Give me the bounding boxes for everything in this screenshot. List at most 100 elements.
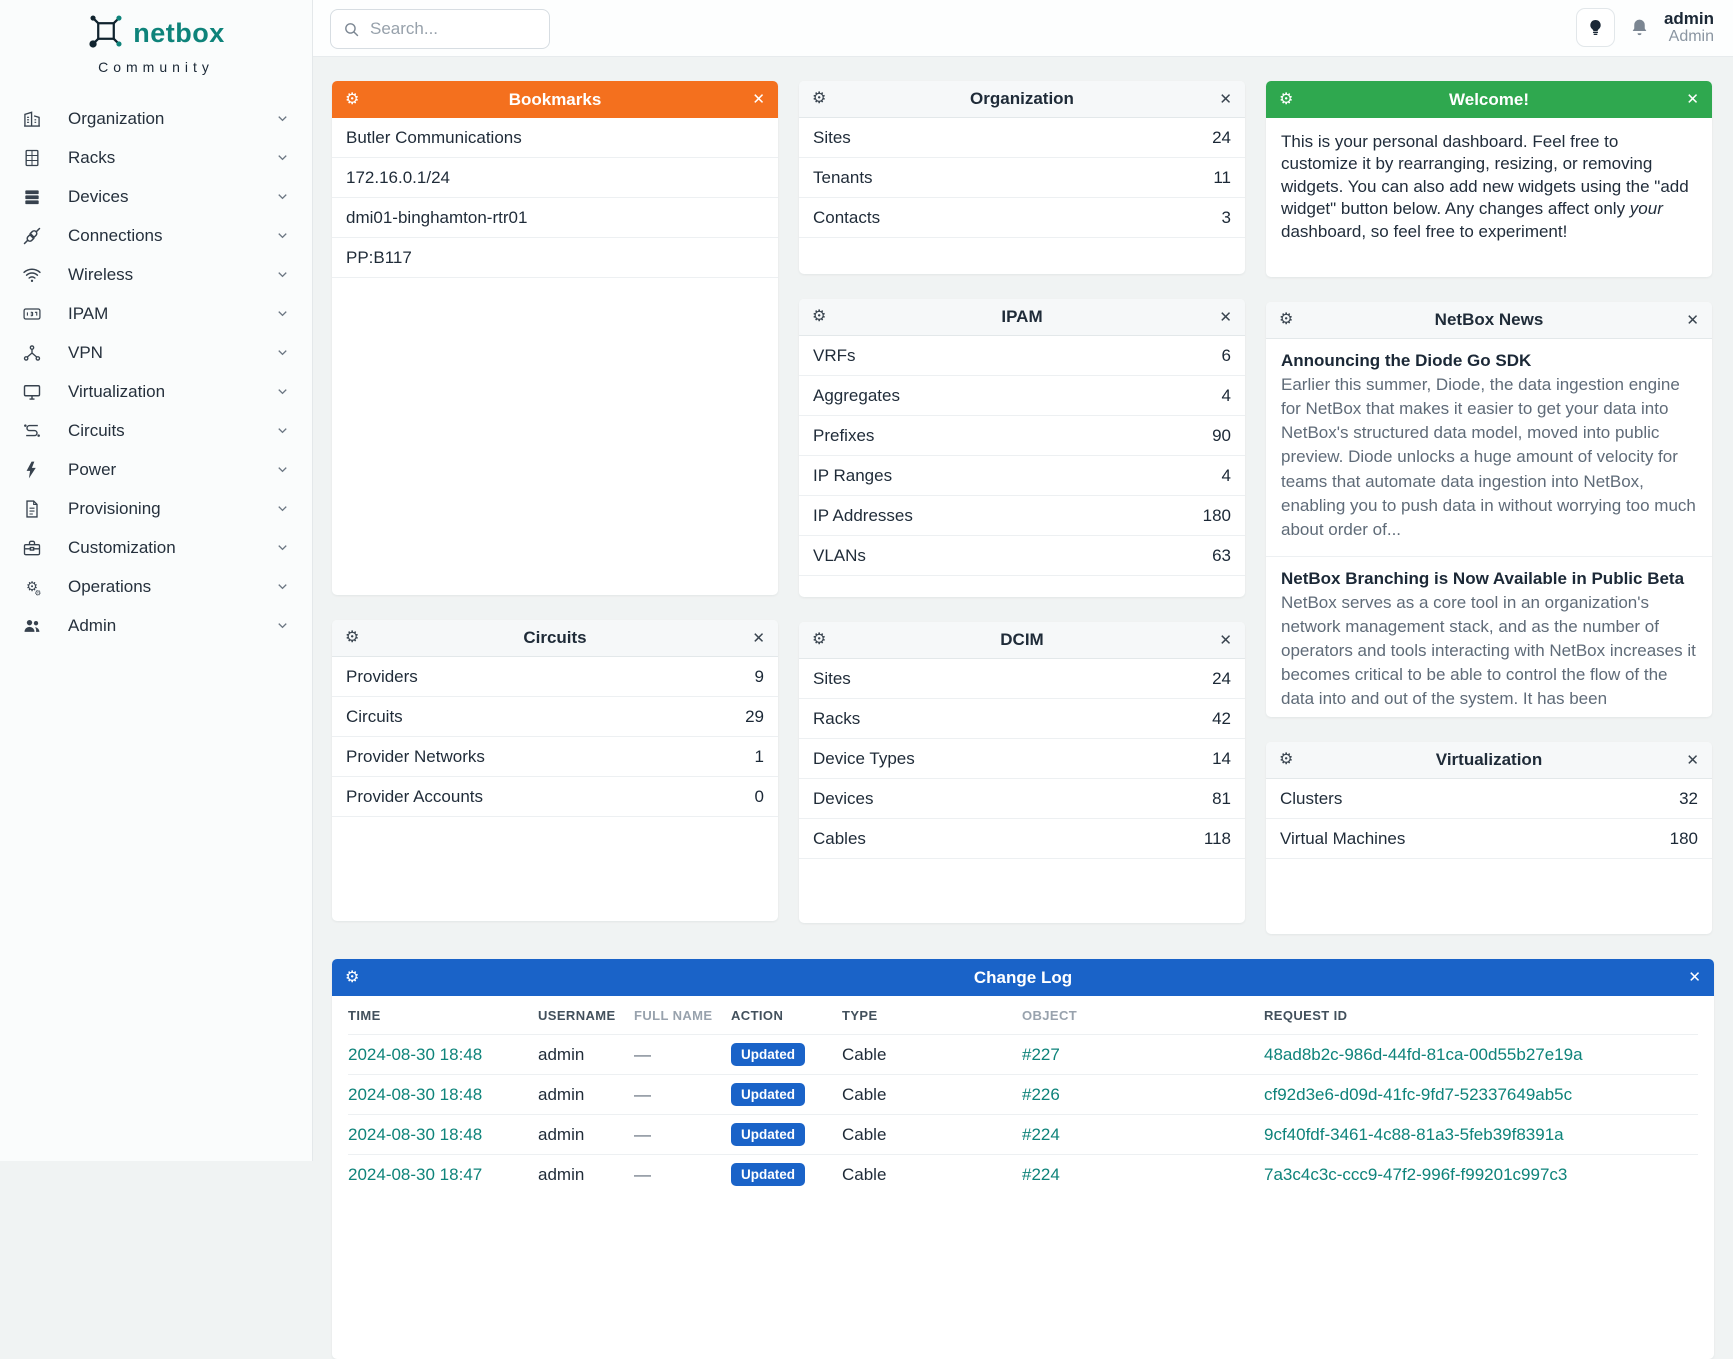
stat-row: VRFs 6 [799, 336, 1245, 376]
stat-label-link[interactable]: Circuits [346, 707, 745, 727]
sidebar-item[interactable]: IPAM [0, 294, 312, 333]
bookmark-link[interactable]: 172.16.0.1/24 [346, 168, 764, 188]
stat-label-link[interactable]: Racks [813, 709, 1212, 729]
column-header: TIME [348, 1008, 538, 1023]
theme-toggle-button[interactable] [1576, 8, 1615, 47]
stat-label-link[interactable]: Virtual Machines [1280, 829, 1670, 849]
changelog-fullname: — [634, 1165, 731, 1185]
stat-label-link[interactable]: VLANs [813, 546, 1212, 566]
sidebar-item[interactable]: Organization [0, 99, 312, 138]
changelog-request-id-link[interactable]: 7a3c4c3c-ccc9-47f2-996f-f99201c997c3 [1264, 1165, 1698, 1185]
stat-label-link[interactable]: Contacts [813, 208, 1222, 228]
user-role: Admin [1664, 28, 1714, 46]
close-icon[interactable]: ✕ [752, 631, 765, 646]
action-badge: Updated [731, 1083, 805, 1106]
sidebar-item[interactable]: Wireless [0, 255, 312, 294]
stat-label-link[interactable]: Sites [813, 128, 1212, 148]
changelog-time-link[interactable]: 2024-08-30 18:48 [348, 1045, 538, 1065]
stat-label-link[interactable]: Devices [813, 789, 1212, 809]
stat-label-link[interactable]: Aggregates [813, 386, 1222, 406]
file-icon [22, 499, 42, 519]
stat-label-link[interactable]: Clusters [1280, 789, 1679, 809]
gear-icon[interactable]: ⚙ [1279, 92, 1293, 108]
changelog-request-id-link[interactable]: 48ad8b2c-986d-44fd-81ca-00d55b27e19a [1264, 1045, 1698, 1065]
sidebar-item[interactable]: Devices [0, 177, 312, 216]
news-title-link[interactable]: NetBox Branching is Now Available in Pub… [1281, 569, 1697, 589]
table-row: 2024-08-30 18:48 admin — Updated Cable #… [348, 1114, 1698, 1154]
widget-title: Welcome! [1266, 90, 1712, 110]
changelog-type: Cable [842, 1045, 1022, 1065]
gear-icon[interactable]: ⚙ [1279, 752, 1293, 768]
gear-icon[interactable]: ⚙ [812, 632, 826, 648]
stat-label-link[interactable]: Tenants [813, 168, 1213, 188]
sidebar: netbox Community Organization Racks [0, 0, 313, 1161]
sidebar-item[interactable]: Racks [0, 138, 312, 177]
brand-name: netbox [133, 18, 225, 49]
search-box[interactable] [330, 9, 550, 49]
sidebar-item[interactable]: Admin [0, 606, 312, 645]
search-input[interactable] [370, 19, 530, 39]
bookmark-link[interactable]: PP:B117 [346, 248, 764, 268]
sidebar-item[interactable]: Virtualization [0, 372, 312, 411]
chevron-down-icon [275, 384, 290, 399]
stat-row: VLANs 63 [799, 536, 1245, 576]
stat-label-link[interactable]: VRFs [813, 346, 1222, 366]
gear-icon[interactable]: ⚙ [345, 970, 359, 986]
stat-value: 6 [1222, 346, 1231, 366]
sidebar-item[interactable]: Power [0, 450, 312, 489]
stat-row: Aggregates 4 [799, 376, 1245, 416]
stat-label-link[interactable]: Sites [813, 669, 1212, 689]
sidebar-item[interactable]: Circuits [0, 411, 312, 450]
gear-icon[interactable]: ⚙ [345, 92, 359, 108]
close-icon[interactable]: ✕ [1688, 970, 1701, 985]
changelog-username: admin [538, 1125, 634, 1145]
close-icon[interactable]: ✕ [1219, 92, 1232, 107]
stat-label-link[interactable]: Device Types [813, 749, 1212, 769]
close-icon[interactable]: ✕ [1219, 633, 1232, 648]
gear-icon[interactable]: ⚙ [1279, 312, 1293, 328]
gear-icon[interactable]: ⚙ [812, 91, 826, 107]
changelog-object-link[interactable]: #224 [1022, 1165, 1264, 1185]
brand[interactable]: netbox Community [0, 0, 312, 75]
stat-row: Sites 24 [799, 659, 1245, 699]
stat-label-link[interactable]: Provider Accounts [346, 787, 755, 807]
stat-value: 63 [1212, 546, 1231, 566]
gear-icon[interactable]: ⚙ [812, 309, 826, 325]
circuits-widget: ⚙ Circuits ✕ Providers 9 Circuits 29 [332, 620, 778, 921]
sidebar-item[interactable]: Provisioning [0, 489, 312, 528]
bookmark-link[interactable]: dmi01-binghamton-rtr01 [346, 208, 764, 228]
changelog-request-id-link[interactable]: cf92d3e6-d09d-41fc-9fd7-52337649ab5c [1264, 1085, 1698, 1105]
sidebar-item[interactable]: ⚙⚙ Operations [0, 567, 312, 606]
changelog-object-link[interactable]: #226 [1022, 1085, 1264, 1105]
changelog-object-link[interactable]: #224 [1022, 1125, 1264, 1145]
brand-subtitle: Community [0, 59, 312, 75]
user-menu[interactable]: admin Admin [1664, 9, 1714, 47]
changelog-time-link[interactable]: 2024-08-30 18:47 [348, 1165, 538, 1185]
news-title-link[interactable]: Announcing the Diode Go SDK [1281, 351, 1697, 371]
chevron-down-icon [275, 111, 290, 126]
stat-label-link[interactable]: Cables [813, 829, 1204, 849]
close-icon[interactable]: ✕ [1686, 313, 1699, 328]
stat-row: Contacts 3 [799, 198, 1245, 238]
stat-label-link[interactable]: Providers [346, 667, 755, 687]
stat-row: Cables 118 [799, 819, 1245, 859]
sidebar-item[interactable]: Connections [0, 216, 312, 255]
gear-icon[interactable]: ⚙ [345, 630, 359, 646]
changelog-request-id-link[interactable]: 9cf40fdf-3461-4c88-81a3-5feb39f8391a [1264, 1125, 1698, 1145]
changelog-time-link[interactable]: 2024-08-30 18:48 [348, 1085, 538, 1105]
changelog-object-link[interactable]: #227 [1022, 1045, 1264, 1065]
close-icon[interactable]: ✕ [752, 92, 765, 107]
stat-label-link[interactable]: IP Addresses [813, 506, 1203, 526]
bookmark-link[interactable]: Butler Communications [346, 128, 764, 148]
changelog-time-link[interactable]: 2024-08-30 18:48 [348, 1125, 538, 1145]
close-icon[interactable]: ✕ [1219, 310, 1232, 325]
close-icon[interactable]: ✕ [1686, 753, 1699, 768]
sidebar-item[interactable]: VPN [0, 333, 312, 372]
close-icon[interactable]: ✕ [1686, 92, 1699, 107]
bell-icon[interactable] [1629, 17, 1650, 38]
stat-label-link[interactable]: Provider Networks [346, 747, 755, 767]
sidebar-item[interactable]: Customization [0, 528, 312, 567]
bookmarks-widget: ⚙ Bookmarks ✕ Butler Communications 172.… [332, 81, 778, 595]
stat-label-link[interactable]: Prefixes [813, 426, 1212, 446]
stat-label-link[interactable]: IP Ranges [813, 466, 1222, 486]
